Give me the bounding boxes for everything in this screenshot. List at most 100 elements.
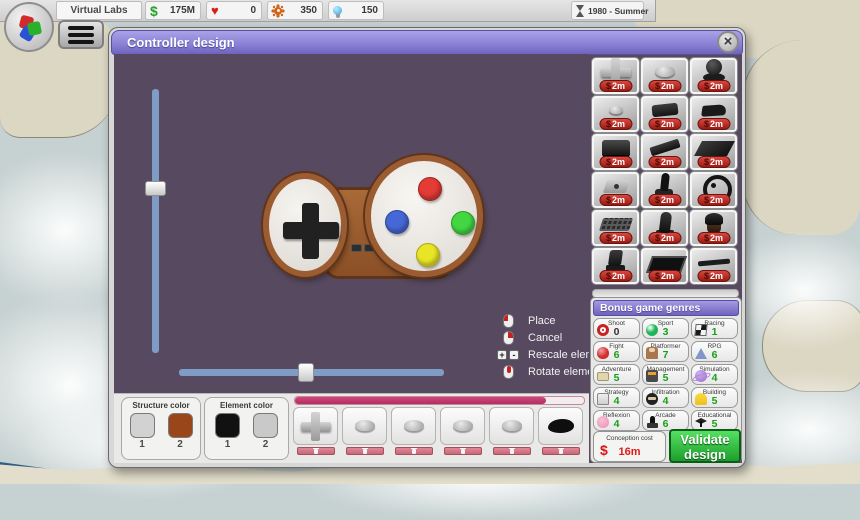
mouse-button-highlight — [504, 315, 509, 321]
dialog-title-bar: Controller design — [111, 30, 743, 55]
genre-adventure: Adventure5 — [593, 364, 640, 385]
placed-part-tile[interactable] — [342, 407, 387, 445]
placed-part-tile[interactable] — [293, 407, 338, 445]
placed-part-tile[interactable] — [489, 407, 534, 445]
price-currency-icon: $ — [704, 81, 709, 91]
structure-shape-icon — [541, 414, 581, 438]
genre-value: 5 — [643, 372, 688, 384]
logo-glyph — [27, 21, 42, 36]
health-stat: ♥0 — [206, 1, 262, 20]
controller-preview[interactable] — [263, 159, 495, 291]
genre-value: 6 — [692, 349, 737, 361]
placed-part-tile[interactable] — [440, 407, 485, 445]
part-steering-wheel[interactable]: $2m — [690, 172, 737, 208]
part-price: $2m — [599, 232, 632, 244]
remove-part-bar[interactable] — [395, 447, 433, 455]
controller-dpad[interactable] — [302, 203, 319, 259]
controller-small-button[interactable] — [351, 244, 362, 252]
price-currency-icon: $ — [704, 157, 709, 167]
element-color-swatch[interactable] — [215, 413, 240, 438]
remove-part-bar[interactable] — [542, 447, 580, 455]
swatch-number: 1 — [215, 439, 240, 450]
element-color-swatch[interactable] — [253, 413, 278, 438]
genre-simulation: Simulation4 — [691, 364, 738, 385]
date-box: 1980 - Summer — [571, 1, 644, 20]
part-touch-pad[interactable]: $2m — [641, 248, 688, 284]
bonus-genres-title: Bonus game genres — [593, 300, 739, 316]
part-price: $2m — [697, 232, 730, 244]
part-slim-bar[interactable]: $2m — [690, 248, 737, 284]
remove-part-bar[interactable] — [493, 447, 531, 455]
close-button[interactable]: × — [717, 31, 739, 53]
part-base-plate[interactable]: $2m — [592, 172, 639, 208]
genre-racing: Racing1 — [691, 318, 738, 339]
placed-d-pad[interactable] — [293, 407, 338, 455]
placed-button[interactable] — [391, 407, 436, 455]
mouse-left-icon — [503, 314, 514, 328]
price-currency-icon: $ — [606, 195, 611, 205]
placed-part-tile[interactable] — [538, 407, 583, 445]
validate-label-line1: Validate — [671, 433, 739, 448]
hamburger-icon — [68, 26, 94, 30]
minus-icon[interactable]: - — [509, 350, 519, 360]
structure-swatch-1: 1 — [130, 413, 155, 450]
part-price: $2m — [697, 156, 730, 168]
element-color-panel: Element color 12 — [204, 397, 289, 460]
mouse-middle-icon — [503, 365, 514, 379]
button-icon — [345, 414, 385, 438]
button-green[interactable] — [451, 211, 475, 235]
vertical-slider-handle[interactable] — [145, 181, 166, 196]
button-red[interactable] — [418, 177, 442, 201]
part-keypad[interactable]: $2m — [592, 210, 639, 246]
part-angled-bar[interactable]: $2m — [641, 134, 688, 170]
part-price: $2m — [697, 194, 730, 206]
genre-value: 1 — [692, 326, 737, 338]
app-logo-button[interactable] — [4, 2, 54, 52]
part-small-button[interactable]: $2m — [592, 96, 639, 132]
part-price: $2m — [648, 118, 681, 130]
trash-icon — [314, 449, 318, 454]
remove-part-bar[interactable] — [444, 447, 482, 455]
mouse-right-icon — [503, 331, 514, 345]
part-round-button[interactable]: $2m — [641, 58, 688, 94]
placed-button[interactable] — [440, 407, 485, 455]
part-grip-stick[interactable]: $2m — [641, 210, 688, 246]
part-d-pad[interactable]: $2m — [592, 58, 639, 94]
structure-color-swatch[interactable] — [168, 413, 193, 438]
price-currency-icon: $ — [606, 119, 611, 129]
validate-design-button[interactable]: Validate design — [669, 429, 741, 463]
genre-infiltration: Infiltration4 — [642, 387, 689, 408]
hourglass-icon — [576, 5, 585, 17]
menu-button[interactable] — [58, 20, 104, 49]
part-flight-stick[interactable]: $2m — [641, 172, 688, 208]
part-flat-box[interactable]: $2m — [592, 134, 639, 170]
top-status-bar: Virtual Labs $175M♥0350150 1980 - Summer — [0, 0, 656, 22]
part-flat-plate[interactable]: $2m — [690, 134, 737, 170]
button-blue[interactable] — [385, 210, 409, 234]
placed-part-tile[interactable] — [391, 407, 436, 445]
placed-button[interactable] — [342, 407, 387, 455]
placed-parts-area — [293, 394, 586, 464]
placed-structure-shape[interactable] — [538, 407, 583, 455]
design-canvas[interactable]: PlaceCancel+-Rescale elementRotate eleme… — [114, 54, 589, 393]
horizontal-slider-handle[interactable] — [298, 363, 314, 382]
trash-icon — [559, 449, 563, 454]
vertical-slider-track[interactable] — [152, 89, 159, 353]
remove-part-bar[interactable] — [297, 447, 335, 455]
part-pedal[interactable]: $2m — [592, 248, 639, 284]
remove-part-bar[interactable] — [346, 447, 384, 455]
health-value: 0 — [250, 5, 256, 16]
structure-color-swatch[interactable] — [130, 413, 155, 438]
part-rect-pad[interactable]: $2m — [641, 96, 688, 132]
d-pad-icon — [296, 414, 336, 438]
swatch-number: 2 — [168, 439, 193, 450]
genre-value: 4 — [692, 372, 737, 384]
placed-button[interactable] — [489, 407, 534, 455]
button-yellow[interactable] — [416, 243, 440, 267]
legend-label: Rescale element — [528, 349, 589, 361]
part-analog-stick[interactable]: $2m — [690, 58, 737, 94]
plus-icon[interactable]: + — [497, 350, 507, 360]
part-wedge-button[interactable]: $2m — [690, 96, 737, 132]
idea-icon — [333, 6, 342, 15]
part-knob[interactable]: $2m — [690, 210, 737, 246]
